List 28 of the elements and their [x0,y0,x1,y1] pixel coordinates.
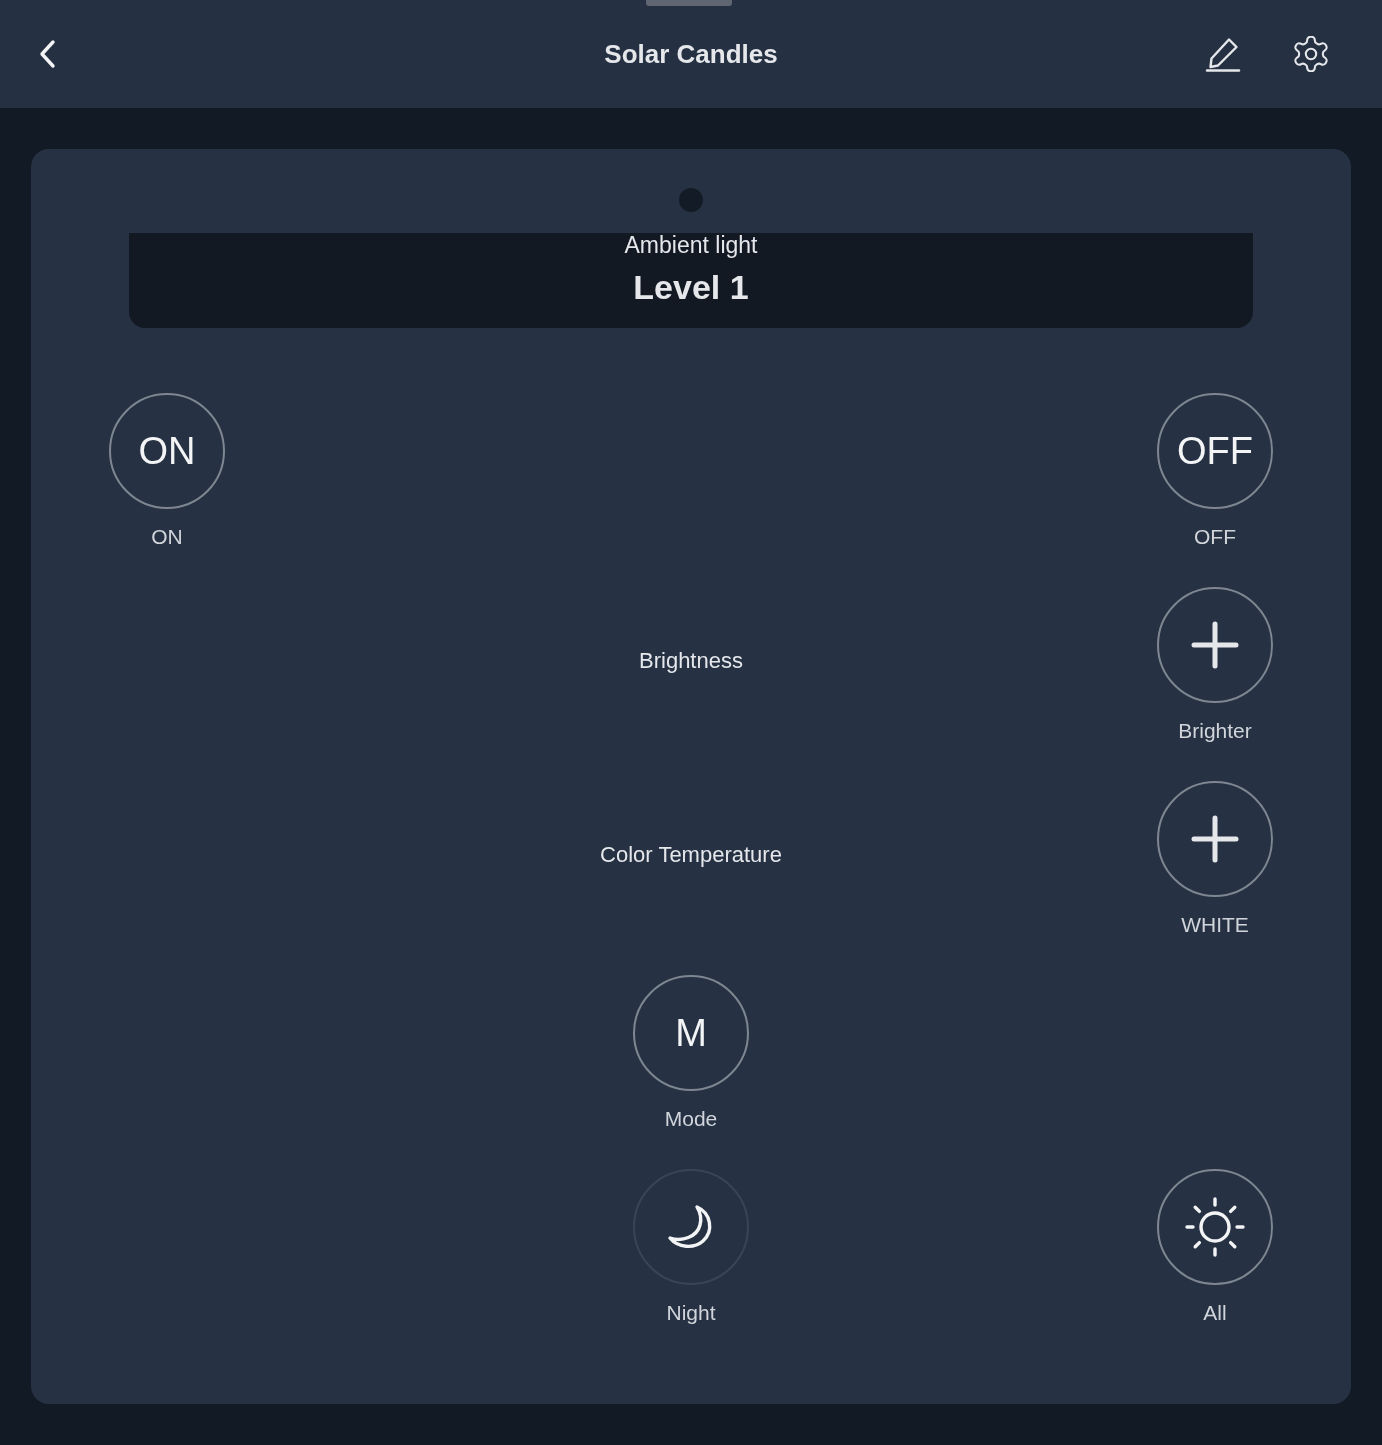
status-caption: Ambient light [624,233,758,257]
sun-icon [1185,1197,1245,1257]
button-label: Brighter [1178,718,1252,744]
round-button[interactable]: OFF [1157,393,1273,509]
round-button[interactable] [1157,781,1273,897]
button-label: Night [666,1300,716,1326]
round-button[interactable] [633,1169,749,1285]
plus-icon [1191,815,1239,863]
settings-icon [1293,36,1329,72]
drag-handle[interactable] [646,0,732,6]
button-label: Mode [664,1106,718,1132]
round-button[interactable] [1157,587,1273,703]
edit-button[interactable] [1204,35,1242,73]
back-icon [38,39,56,69]
round-button[interactable] [1157,1169,1273,1285]
plus-icon [1191,621,1239,669]
button-label: All [1203,1300,1227,1326]
button-label: WHITE [1181,912,1249,938]
status-value: Level 1 [633,267,749,307]
settings-button[interactable] [1292,35,1330,73]
button-label: ON [151,524,183,550]
control-caption: Brightness [639,647,743,675]
round-button[interactable]: ON [109,393,225,509]
screen-title: Solar Candles [604,41,778,67]
pencil-icon [1205,36,1241,72]
round-button[interactable]: M [633,975,749,1091]
control-caption: Color Temperature [600,841,782,869]
button-label: OFF [1194,524,1236,550]
